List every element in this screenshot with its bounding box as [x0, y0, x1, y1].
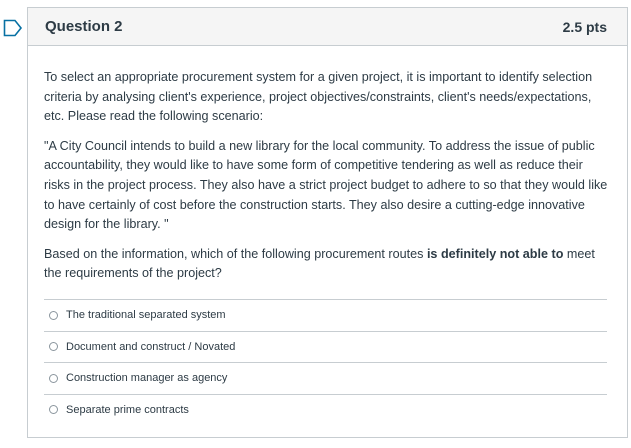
answer-option[interactable]: Document and construct / Novated	[44, 330, 607, 363]
answer-option[interactable]: Separate prime contracts	[44, 393, 607, 426]
radio-button[interactable]	[49, 373, 58, 383]
radio-button[interactable]	[49, 342, 58, 352]
question-points: 2.5 pts	[562, 18, 607, 35]
answer-label: Construction manager as agency	[66, 372, 228, 385]
question-header: Question 2 2.5 pts	[28, 8, 627, 46]
answer-label: Separate prime contracts	[66, 403, 189, 416]
flag-question-icon[interactable]	[3, 19, 23, 37]
answer-list: The traditional separated system Documen…	[44, 299, 607, 425]
question-scenario: "A City Council intends to build a new l…	[44, 138, 608, 232]
question-title: Question 2	[45, 18, 123, 35]
answer-option[interactable]: The traditional separated system	[44, 299, 607, 331]
question-prompt: Based on the information, which of the f…	[44, 245, 610, 284]
prompt-text-before: Based on the information, which of the f…	[44, 246, 427, 261]
answer-label: The traditional separated system	[66, 309, 226, 322]
radio-button[interactable]	[49, 310, 58, 320]
question-text: To select an appropriate procurement sys…	[28, 46, 627, 284]
question-card: Question 2 2.5 pts To select an appropri…	[27, 7, 628, 438]
answer-option[interactable]: Construction manager as agency	[44, 362, 607, 394]
answer-label: Document and construct / Novated	[66, 340, 236, 353]
prompt-emphasis: is definitely not able to	[426, 246, 564, 261]
radio-button[interactable]	[49, 405, 58, 415]
question-intro: To select an appropriate procurement sys…	[44, 70, 593, 124]
